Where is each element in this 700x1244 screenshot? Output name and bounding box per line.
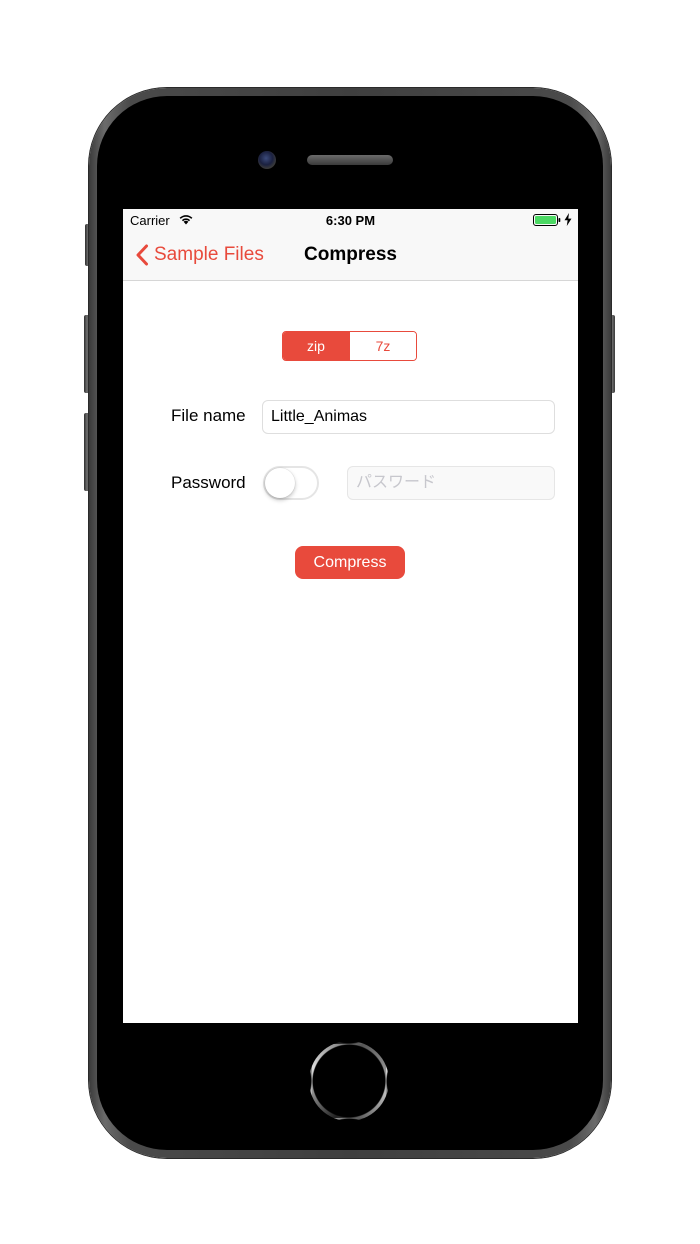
charging-icon [564, 213, 572, 226]
file-name-label: File name [171, 406, 246, 425]
password-toggle[interactable] [263, 466, 319, 500]
password-label: Password [171, 473, 246, 492]
password-field[interactable] [347, 466, 555, 500]
device-frame: Carrier 6:30 PM Sample Files Compress zi… [0, 0, 700, 1244]
app-screen: Carrier 6:30 PM Sample Files Compress zi… [123, 209, 578, 1023]
compress-button[interactable]: Compress [295, 546, 405, 579]
segment-zip[interactable]: zip [283, 332, 349, 360]
status-time: 6:30 PM [325, 213, 376, 228]
file-name-field[interactable] [262, 400, 555, 434]
page-title: Compress [304, 244, 397, 265]
front-camera [258, 151, 276, 169]
segment-7z[interactable]: 7z [349, 332, 416, 360]
earpiece-speaker [307, 155, 393, 165]
navigation-bar: Sample Files Compress [123, 231, 578, 281]
battery-icon [533, 214, 561, 226]
toggle-knob [265, 468, 295, 498]
format-segmented-control: zip 7z [282, 331, 417, 361]
home-button[interactable] [309, 1041, 389, 1121]
status-bar: Carrier 6:30 PM [123, 209, 578, 231]
